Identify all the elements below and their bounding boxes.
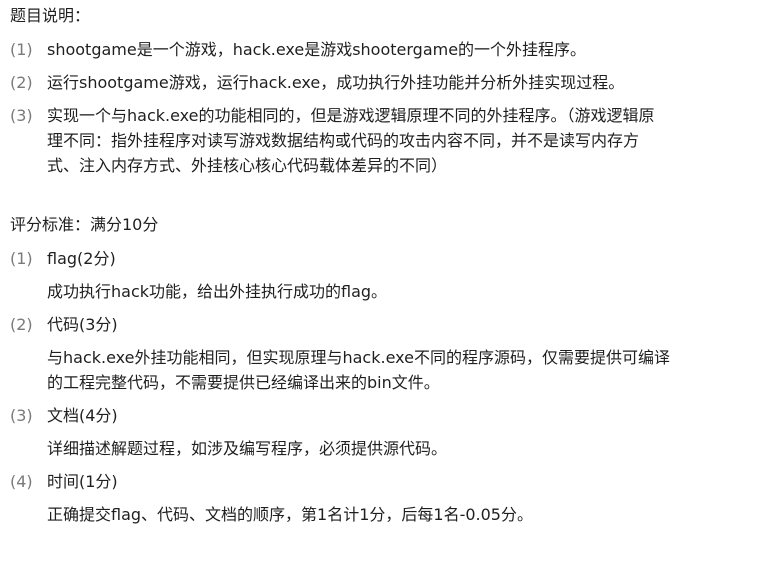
item-text-line: 与hack.exe外挂功能相同，但实现原理与hack.exe不同的程序源码，仅需… — [47, 348, 670, 367]
item-title: 文档(4分) — [47, 406, 118, 425]
item-description: 详细描述解题过程，如涉及编写程序，必须提供源代码。 — [47, 436, 749, 461]
item-body: 文档(4分) 详细描述解题过程，如涉及编写程序，必须提供源代码。 — [47, 403, 749, 461]
item-text-line: 正确提交flag、代码、文档的顺序，第1名计1分，后每1名-0.05分。 — [47, 505, 533, 524]
list-item: (2) 运行shootgame游戏，运行hack.exe，成功执行外挂功能并分析… — [10, 70, 749, 95]
list-item: (1) flag(2分) 成功执行hack功能，给出外挂执行成功的flag。 — [10, 246, 749, 304]
list-item: (3) 实现一个与hack.exe的功能相同的，但是游戏逻辑原理不同的外挂程序。… — [10, 103, 749, 178]
item-text-line: 式、注入内存方式、外挂核心核心代码载体差异的不同） — [47, 156, 448, 175]
section-heading-description: 题目说明： — [10, 6, 91, 25]
item-text-line: 的工程完整代码，不需要提供已经编译出来的bin文件。 — [47, 373, 440, 392]
item-title: 代码(3分) — [47, 315, 118, 334]
item-text-line: 成功执行hack功能，给出外挂执行成功的flag。 — [47, 282, 388, 301]
item-number: (2) — [10, 315, 33, 334]
item-body: 代码(3分) 与hack.exe外挂功能相同，但实现原理与hack.exe不同的… — [47, 312, 749, 395]
item-text-line: 运行shootgame游戏，运行hack.exe，成功执行外挂功能并分析外挂实现… — [47, 73, 625, 92]
item-description: 与hack.exe外挂功能相同，但实现原理与hack.exe不同的程序源码，仅需… — [47, 345, 749, 395]
list-item: (4) 时间(1分) 正确提交flag、代码、文档的顺序，第1名计1分，后每1名… — [10, 469, 749, 527]
item-body: 实现一个与hack.exe的功能相同的，但是游戏逻辑原理不同的外挂程序。（游戏逻… — [47, 103, 749, 178]
item-description: 成功执行hack功能，给出外挂执行成功的flag。 — [47, 279, 749, 304]
item-number: (4) — [10, 472, 33, 491]
section-heading-scoring: 评分标准：满分10分 — [10, 215, 159, 234]
item-number: (1) — [10, 249, 33, 268]
item-body: shootgame是一个游戏，hack.exe是游戏shootergame的一个… — [47, 37, 749, 62]
item-title: flag(2分) — [47, 249, 116, 268]
item-number: (3) — [10, 406, 33, 425]
item-number: (1) — [10, 40, 33, 59]
item-body: flag(2分) 成功执行hack功能，给出外挂执行成功的flag。 — [47, 246, 749, 304]
item-body: 运行shootgame游戏，运行hack.exe，成功执行外挂功能并分析外挂实现… — [47, 70, 749, 95]
item-number: (2) — [10, 73, 33, 92]
item-text-line: shootgame是一个游戏，hack.exe是游戏shootergame的一个… — [47, 40, 587, 59]
item-text-line: 理不同：指外挂程序对读写游戏数据结构或代码的攻击内容不同，并不是读写内存方 — [47, 131, 640, 150]
list-item: (3) 文档(4分) 详细描述解题过程，如涉及编写程序，必须提供源代码。 — [10, 403, 749, 461]
item-number: (3) — [10, 106, 33, 125]
document-page: 题目说明： (1) shootgame是一个游戏，hack.exe是游戏shoo… — [0, 0, 757, 561]
item-text-line: 实现一个与hack.exe的功能相同的，但是游戏逻辑原理不同的外挂程序。（游戏逻… — [47, 106, 655, 125]
list-item: (2) 代码(3分) 与hack.exe外挂功能相同，但实现原理与hack.ex… — [10, 312, 749, 395]
item-text-line: 详细描述解题过程，如涉及编写程序，必须提供源代码。 — [47, 439, 448, 458]
list-item: (1) shootgame是一个游戏，hack.exe是游戏shootergam… — [10, 37, 749, 62]
item-description: 正确提交flag、代码、文档的顺序，第1名计1分，后每1名-0.05分。 — [47, 502, 749, 527]
item-body: 时间(1分) 正确提交flag、代码、文档的顺序，第1名计1分，后每1名-0.0… — [47, 469, 749, 527]
item-title: 时间(1分) — [47, 472, 118, 491]
